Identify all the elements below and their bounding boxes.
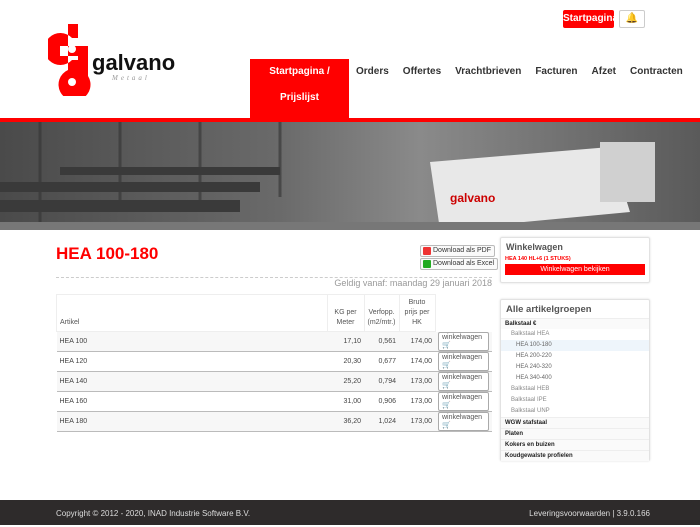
group-item[interactable]: Balkstaal IPE <box>501 395 649 406</box>
svg-text:galvano: galvano <box>92 50 175 75</box>
copyright: Copyright © 2012 - 2020, INAD Industrie … <box>56 509 251 518</box>
cell: HEA 100 <box>56 331 327 352</box>
group-item[interactable]: HEA 240-320 <box>501 362 649 373</box>
add-to-cart-button[interactable]: winkelwagen 🛒 <box>438 391 489 411</box>
svg-text:Metaal: Metaal <box>111 74 150 82</box>
warehouse-banner: galvano <box>0 122 700 230</box>
table-row: HEA 120 20,30 0,677 174,00 winkelwagen 🛒 <box>56 351 492 372</box>
startpagina-button[interactable]: Startpagina <box>563 10 618 28</box>
cart-icon: 🛒 <box>442 341 451 349</box>
cart-icon: 🛒 <box>442 401 451 409</box>
col-kg: KG per Meter <box>326 294 365 332</box>
col-bruto: Bruto prijs per HK <box>398 294 436 332</box>
cart-title: Winkelwagen <box>506 242 563 252</box>
group-item[interactable]: Platen <box>501 428 649 439</box>
add-to-cart-button[interactable]: winkelwagen 🛒 <box>438 411 489 431</box>
cell: HEA 140 <box>56 371 327 392</box>
page-title: HEA 100-180 <box>56 244 159 263</box>
nav-facturen[interactable]: Facturen <box>528 59 584 120</box>
valid-from: Geldig vanaf: maandag 29 januari 2018 <box>334 278 492 288</box>
add-to-cart-button[interactable]: winkelwagen 🛒 <box>438 351 489 371</box>
group-item[interactable]: WGW stafstaal <box>501 417 649 428</box>
main-nav: Startpagina / Prijslijst Orders Offertes… <box>250 59 690 120</box>
groups-panel: Alle artikelgroepen Balkstaal € Balkstaal… <box>500 299 650 461</box>
cart-icon: 🛒 <box>442 421 451 429</box>
price-table: Artikel KG per Meter Verfopp. (m2/mtr.) … <box>56 294 492 432</box>
cell: 0,794 <box>364 371 399 392</box>
add-to-cart-button[interactable]: winkelwagen 🛒 <box>438 331 489 351</box>
group-item[interactable]: Balkstaal € <box>501 318 649 329</box>
cell: 174,00 <box>399 351 435 372</box>
notifications-button[interactable]: 🔔 <box>619 10 645 28</box>
group-item[interactable]: Koudgewalste profielen <box>501 450 649 461</box>
nav-afzet[interactable]: Afzet <box>585 59 623 120</box>
cell: 1,024 <box>364 411 399 432</box>
group-item[interactable]: Kokers en buizen <box>501 439 649 450</box>
col-verfopp: Verfopp. (m2/mtr.) <box>363 294 400 332</box>
col-artikel: Artikel <box>56 294 328 332</box>
pdf-icon <box>423 247 431 255</box>
cart-item[interactable]: HEA 140 HL+6 (1 STUKS) <box>501 256 649 262</box>
cell: 173,00 <box>399 411 435 432</box>
bell-icon: 🔔 <box>625 13 639 24</box>
group-item[interactable]: HEA 200-220 <box>501 351 649 362</box>
cell: 20,30 <box>327 351 364 372</box>
nav-vrachtbrieven[interactable]: Vrachtbrieven <box>448 59 528 120</box>
download-excel-button[interactable]: Download als Excel <box>420 258 499 270</box>
nav-offertes[interactable]: Offertes <box>396 59 448 120</box>
nav-startpagina-prijslijst[interactable]: Startpagina / Prijslijst <box>250 59 349 120</box>
table-row: HEA 180 36,20 1,024 173,00 winkelwagen 🛒 <box>56 411 492 432</box>
cell: 173,00 <box>399 371 435 392</box>
cell: 31,00 <box>327 391 364 412</box>
add-to-cart-button[interactable]: winkelwagen 🛒 <box>438 371 489 391</box>
cell: 0,677 <box>364 351 399 372</box>
footer: Copyright © 2012 - 2020, INAD Industrie … <box>0 500 700 525</box>
group-item[interactable]: Balkstaal UNP <box>501 406 649 417</box>
cell: 36,20 <box>327 411 364 432</box>
groups-title: Alle artikelgroepen <box>506 304 592 315</box>
group-item[interactable]: Balkstaal HEB <box>501 384 649 395</box>
cell: HEA 180 <box>56 411 327 432</box>
excel-icon <box>423 260 431 268</box>
cell: HEA 120 <box>56 351 327 372</box>
cell: 0,561 <box>364 331 399 352</box>
download-pdf-button[interactable]: Download als PDF <box>420 245 495 257</box>
cart-icon: 🛒 <box>442 361 451 369</box>
group-item[interactable]: HEA 340-400 <box>501 373 649 384</box>
view-cart-button[interactable]: Winkelwagen bekijken <box>505 264 645 275</box>
cell: HEA 160 <box>56 391 327 412</box>
table-row: HEA 140 25,20 0,794 173,00 winkelwagen 🛒 <box>56 371 492 392</box>
svg-text:galvano: galvano <box>450 191 495 205</box>
group-item[interactable]: HEA 100-180 <box>501 340 649 351</box>
cell: 173,00 <box>399 391 435 412</box>
nav-orders[interactable]: Orders <box>349 59 396 120</box>
cell: 0,906 <box>364 391 399 412</box>
galvano-logo[interactable]: galvano Metaal <box>48 24 178 96</box>
cart-icon: 🛒 <box>442 381 451 389</box>
group-item[interactable]: Balkstaal HEA <box>501 329 649 340</box>
nav-contracten[interactable]: Contracten <box>623 59 690 120</box>
cell: 25,20 <box>327 371 364 392</box>
table-row: HEA 160 31,00 0,906 173,00 winkelwagen 🛒 <box>56 391 492 412</box>
table-row: HEA 100 17,10 0,561 174,00 winkelwagen 🛒 <box>56 331 492 352</box>
terms-link[interactable]: Leveringsvoorwaarden | 3.9.0.166 <box>529 500 650 527</box>
cell: 17,10 <box>327 331 364 352</box>
cell: 174,00 <box>399 331 435 352</box>
cart-panel: Winkelwagen HEA 140 HL+6 (1 STUKS) Winke… <box>500 237 650 283</box>
